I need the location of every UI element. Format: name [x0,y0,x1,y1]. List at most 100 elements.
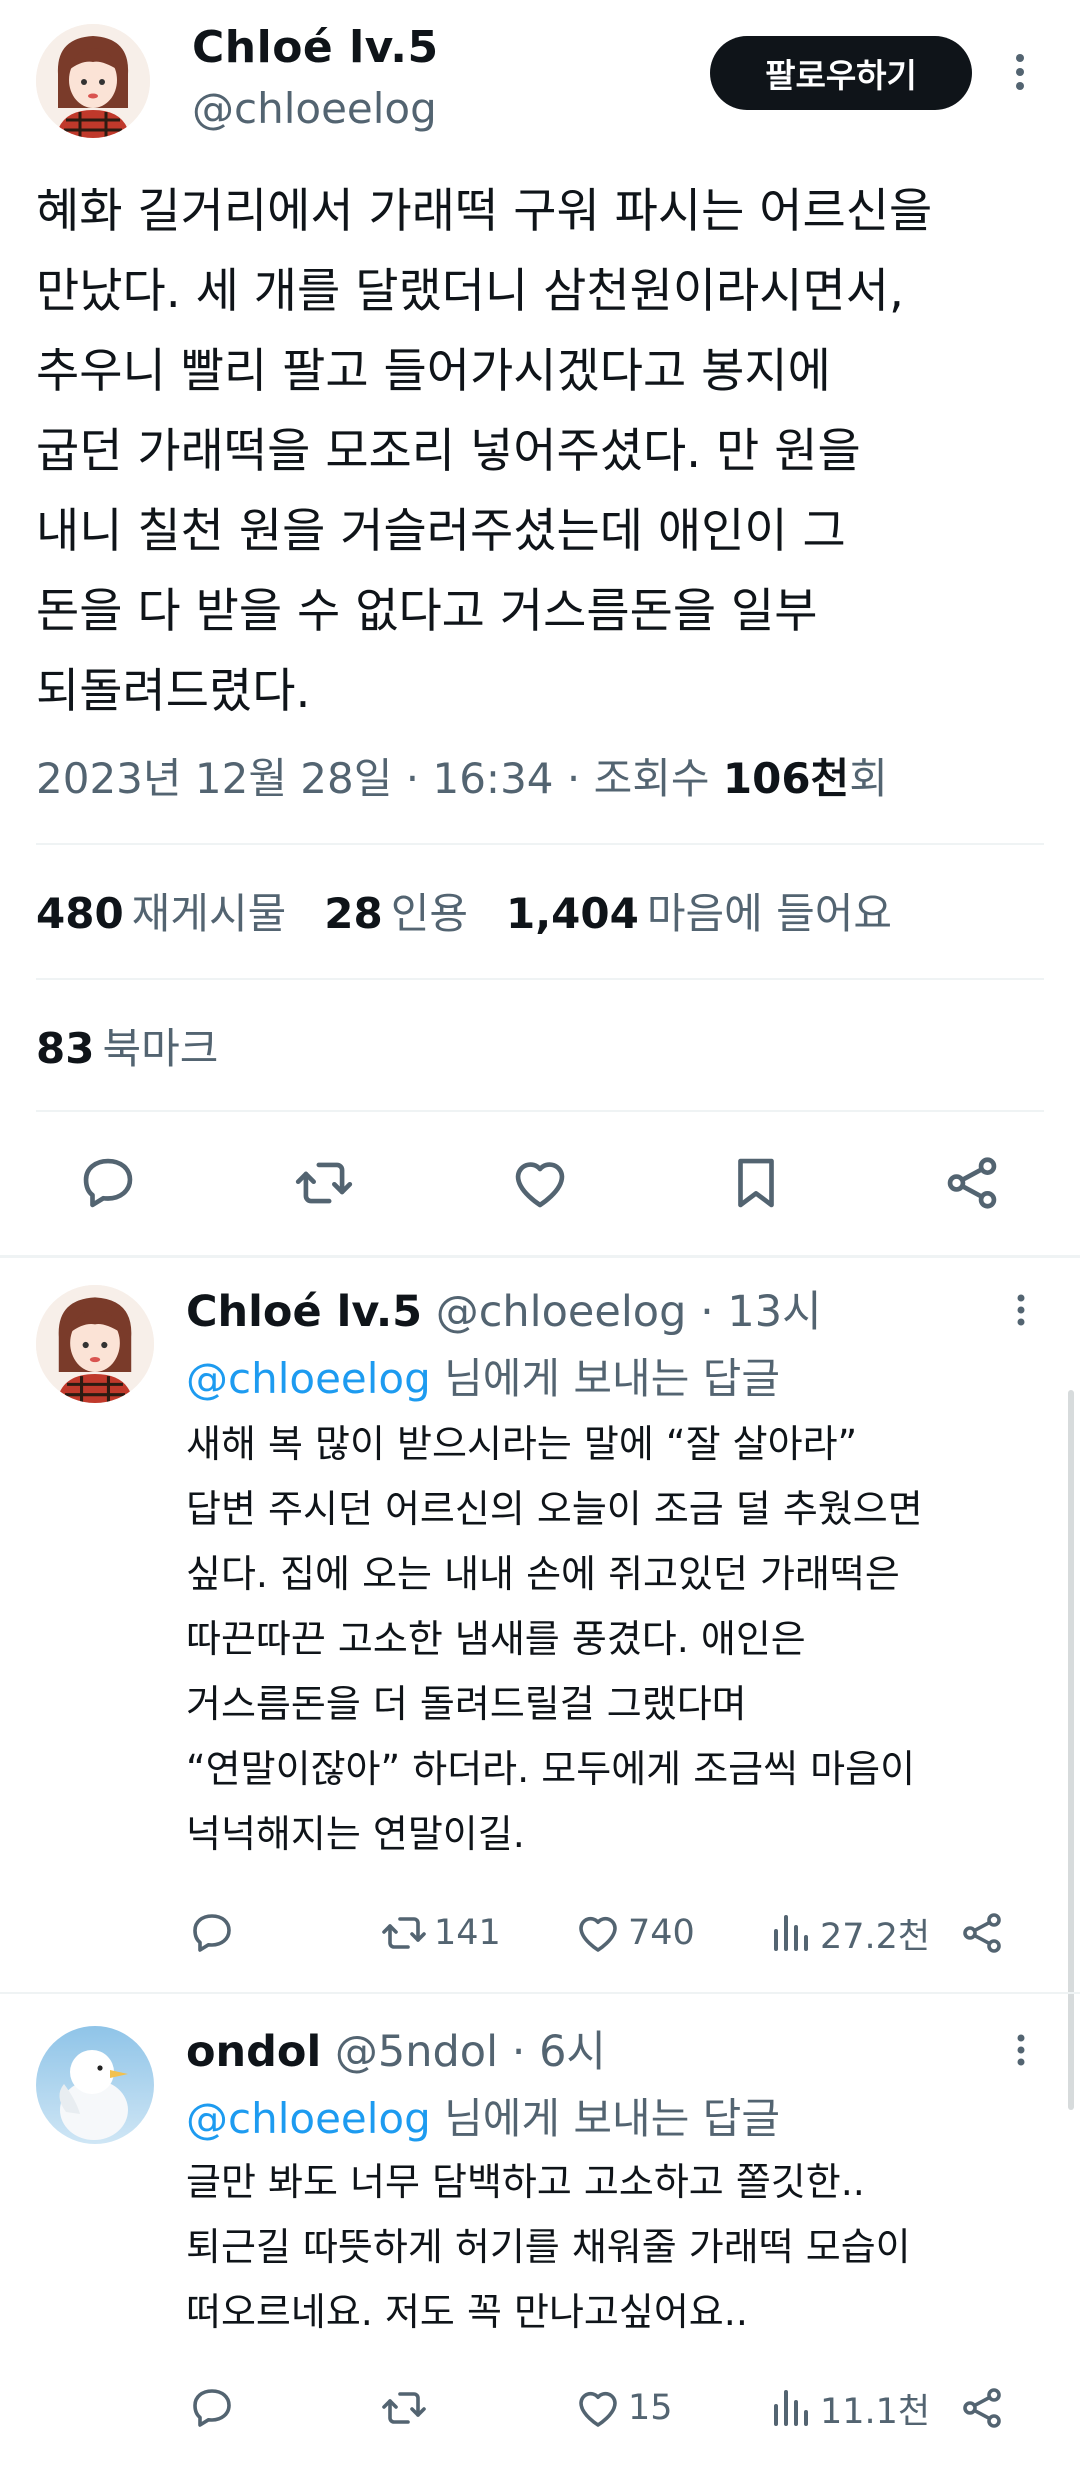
views-value: 106천 [722,754,850,803]
reply-text: 새해 복 많이 받으시라는 말에 “잘 살아라” 답변 주시던 어르신의 오늘이… [186,1412,1036,1867]
share-icon[interactable] [941,1152,1003,1214]
separator-dot: · [566,754,581,803]
retweet-icon [382,2392,426,2424]
likes-label: 마음에 들어요 [646,889,893,938]
quotes-stat[interactable]: 28 인용 [324,889,506,938]
like-icon [579,1916,617,1952]
views-suffix: 회 [849,754,888,803]
like-count: 15 [628,2388,673,2428]
reply-text-line: 글만 봐도 너무 담백하고 고소하고 쫄깃한.. [186,2160,865,2204]
divider [36,843,1044,845]
divider [36,978,1044,980]
reply-time[interactable]: 6시 [539,2027,606,2077]
reply-author-name[interactable]: ondol [186,2027,321,2077]
like-button[interactable]: 15 [574,2381,673,2435]
share-icon [963,2388,1001,2428]
reply-text-line: 새해 복 많이 받으시라는 말에 “잘 살아라” [186,1422,858,1466]
reply-icon[interactable] [77,1152,139,1214]
reply-text-line: “연말이잖아” 하더라. 모두에게 조금씩 마음이 [186,1747,916,1791]
divider [0,1992,1080,1994]
reply-to-suffix: 님에게 보내는 답글 [444,2094,780,2143]
reply-time[interactable]: 13시 [727,1287,821,1337]
reply-to-handle[interactable]: @chloeelog [186,2094,431,2143]
retweet-icon[interactable] [293,1152,355,1214]
more-options-icon[interactable] [1006,2030,1036,2070]
share-icon [963,1913,1001,1953]
tweet-text-line: 굽던 가래떡을 모조리 넣어주셨다. 만 원을 [36,424,861,479]
tweet-text: 혜화 길거리에서 가래떡 구워 파시는 어르신을 만났다. 세 개를 달랬더니 … [36,172,1046,732]
separator-dot: · [405,754,420,803]
reply-author-handle[interactable]: @5ndol [335,2027,498,2077]
separator-dot: · [700,1287,714,1337]
reply-author-name[interactable]: Chloé lv.5 [186,1287,422,1337]
reply-text: 글만 봐도 너무 담백하고 고소하고 쫄깃한.. 퇴근길 따뜻하게 허기를 채워… [186,2150,1036,2345]
author-handle[interactable]: @chloeelog [192,84,437,133]
retweets-label: 재게시물 [131,889,287,938]
likes-count: 1,404 [505,889,639,938]
tweet-text-line: 되돌려드렸다. [36,664,311,719]
retweets-count: 480 [36,889,124,938]
bookmarks-label: 북마크 [102,1024,219,1073]
like-icon [579,2391,617,2427]
bookmarks-count: 83 [36,1024,95,1073]
tweet-text-line: 내니 칠천 원을 거슬러주셨는데 애인이 그 [36,504,846,559]
author-avatar[interactable] [36,24,150,138]
reply-button[interactable] [188,1906,242,1960]
reply-header: ondol @5ndol · 6시 [186,2017,606,2079]
views-button[interactable]: 11.1천 [766,2381,930,2435]
tweet-text-line: 혜화 길거리에서 가래떡 구워 파시는 어르신을 [36,184,933,239]
reply-text-line: 답변 주시던 어르신의 오늘이 조금 덜 추웠으면 [186,1487,923,1531]
scrollbar[interactable] [1068,1390,1074,2110]
reply-avatar[interactable] [36,2026,154,2144]
tweet-text-line: 추우니 빨리 팔고 들어가시겠다고 봉지에 [36,344,831,399]
reply-to-suffix: 님에게 보내는 답글 [444,1354,780,1403]
reply-button[interactable] [188,2381,242,2435]
divider [36,1110,1044,1112]
retweet-button[interactable]: 141 [380,1906,501,1960]
share-button[interactable] [958,2381,1012,2435]
share-button[interactable] [958,1906,1012,1960]
analytics-icon [774,2390,808,2426]
reply-text-line: 넉넉해지는 연말이길. [186,1812,525,1856]
separator-dot: · [511,2027,526,2077]
like-icon[interactable] [509,1152,571,1214]
bookmark-icon[interactable] [725,1152,787,1214]
tweet-text-line: 만났다. 세 개를 달랬더니 삼천원이라시면서, [36,264,904,319]
reply-text-line: 퇴근길 따뜻하게 허기를 채워줄 가래떡 모습이 [186,2225,911,2269]
author-name[interactable]: Chloé lv.5 [192,22,439,73]
reply-icon [193,2389,231,2427]
reply-text-line: 떠오르네요. 저도 꼭 만나고싶어요.. [186,2290,748,2334]
retweet-icon [382,1917,426,1949]
tweet-time[interactable]: 16:34 [432,754,553,803]
tweet-date[interactable]: 2023년 12월 28일 [36,754,392,803]
quotes-label: 인용 [390,889,468,938]
reply-to-line: @chloeelog 님에게 보내는 답글 [186,1345,780,1406]
quotes-count: 28 [324,889,383,938]
bookmarks-stat[interactable]: 83 북마크 [36,1015,218,1076]
reply-header: Chloé lv.5 @chloeelog · 13시 [186,1277,822,1339]
views-button[interactable]: 27.2천 [766,1906,930,1960]
reply-to-line: @chloeelog 님에게 보내는 답글 [186,2085,780,2146]
reply-to-handle[interactable]: @chloeelog [186,1354,431,1403]
tweet-meta: 2023년 12월 28일 · 16:34 · 조회수 106천회 [36,745,888,806]
reply-avatar[interactable] [36,1285,154,1403]
reply-text-line: 거스름돈을 더 돌려드릴걸 그랬다며 [186,1682,747,1726]
views-count: 11.1천 [820,2391,931,2432]
retweet-count: 141 [434,1913,501,1953]
reply-author-handle[interactable]: @chloeelog [436,1287,687,1337]
reply-text-line: 따끈따끈 고소한 냄새를 풍겼다. 애인은 [186,1617,806,1661]
analytics-icon [774,1915,808,1951]
like-button[interactable]: 740 [574,1906,695,1960]
retweets-stat[interactable]: 480 재게시물 [36,889,324,938]
more-options-icon[interactable] [1000,48,1040,96]
retweet-button[interactable] [380,2381,434,2435]
views-label: 조회수 [593,754,710,803]
more-options-icon[interactable] [1006,1290,1036,1330]
reply-icon [193,1914,231,1952]
like-count: 740 [628,1913,695,1953]
likes-stat[interactable]: 1,404 마음에 들어요 [506,889,930,938]
reply-text-line: 싶다. 집에 오는 내내 손에 쥐고있던 가래떡은 [186,1552,900,1596]
engagement-stats: 480 재게시물 28 인용 1,404 마음에 들어요 [36,880,930,941]
tweet-text-line: 돈을 다 받을 수 없다고 거스름돈을 일부 [36,584,818,639]
follow-button[interactable]: 팔로우하기 [710,36,972,110]
